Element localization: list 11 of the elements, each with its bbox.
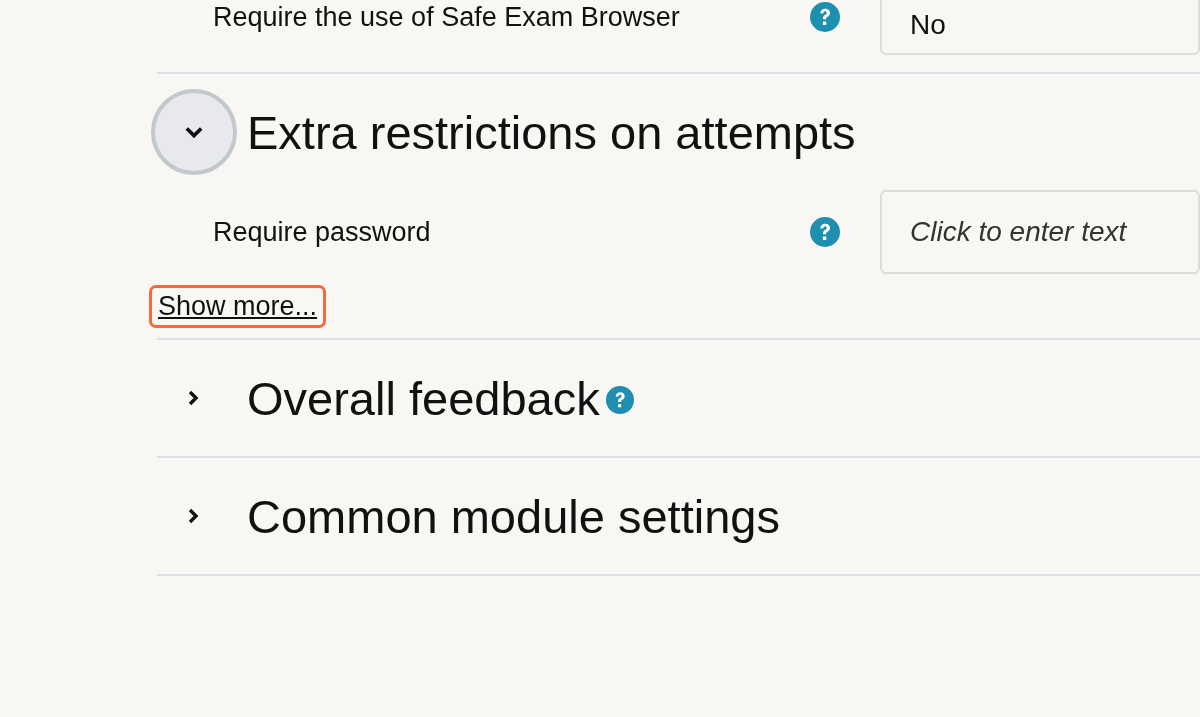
section-heading[interactable]: Extra restrictions on attempts [247, 104, 856, 160]
section-heading[interactable]: Common module settings [247, 488, 780, 544]
help-icon[interactable] [809, 2, 840, 32]
help-icon[interactable] [605, 386, 634, 414]
show-more-link[interactable]: Show more... [149, 284, 327, 328]
select-field[interactable]: No [880, 0, 1200, 55]
password-field[interactable]: Click to enter text [880, 190, 1200, 274]
setting-label: Require password [213, 216, 432, 248]
section-heading[interactable]: Overall feedback [247, 370, 600, 426]
help-icon[interactable] [809, 217, 840, 247]
setting-label: Require the use of Safe Exam Browser [213, 1, 681, 33]
